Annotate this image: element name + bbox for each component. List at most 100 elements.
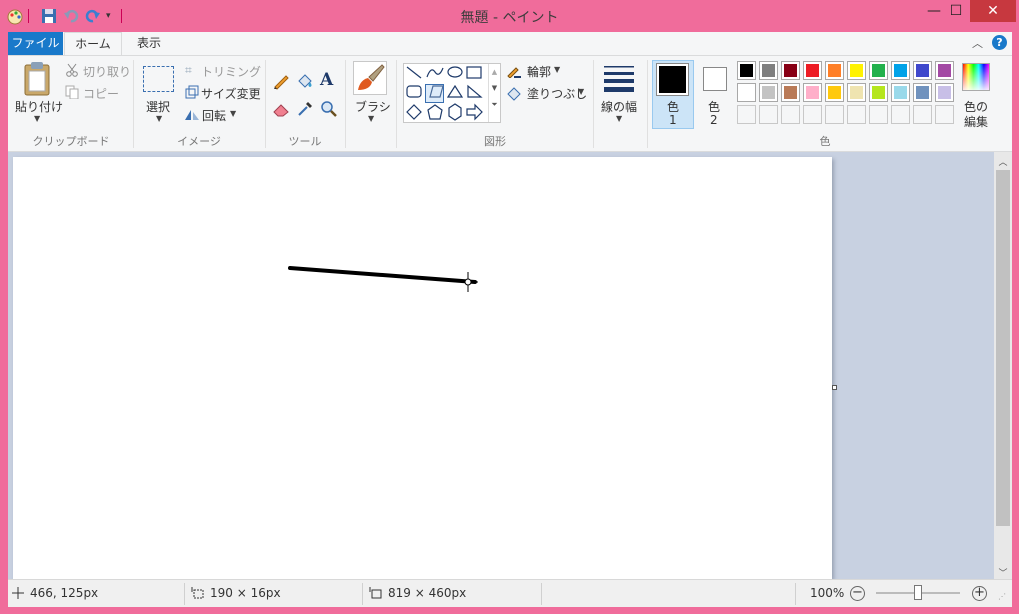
selected-shape-highlight[interactable] <box>425 84 444 103</box>
shapes-gallery-grid <box>405 64 493 122</box>
palette-swatch[interactable] <box>869 61 888 80</box>
color1-swatch-frame <box>656 63 689 96</box>
shapes-group-label: 図形 <box>484 135 506 148</box>
line-width-dropdown-icon[interactable]: ▼ <box>616 114 622 123</box>
palette-swatch[interactable] <box>825 61 844 80</box>
resize-icon[interactable] <box>185 85 199 99</box>
palette-swatch[interactable] <box>781 83 800 102</box>
pencil-icon[interactable] <box>272 72 290 90</box>
select-dropdown-icon[interactable]: ▼ <box>156 114 162 123</box>
scroll-thumb[interactable] <box>996 170 1010 526</box>
resize-grip-icon[interactable]: ⋰ <box>998 592 1008 602</box>
paste-dropdown-icon[interactable]: ▼ <box>34 114 40 123</box>
crop-button[interactable]: トリミング <box>201 63 261 80</box>
zoom-slider-thumb[interactable] <box>914 585 922 600</box>
palette-swatch[interactable] <box>803 61 822 80</box>
window-title: 無題 - ペイント <box>460 10 559 26</box>
brush-icon[interactable] <box>353 61 387 95</box>
outline-dropdown-icon[interactable]: ▼ <box>554 65 560 74</box>
image-size-icon <box>369 587 383 599</box>
scroll-up-icon[interactable]: ︿ <box>996 155 1010 168</box>
rotate-dropdown-icon[interactable]: ▼ <box>230 109 236 118</box>
color2-swatch-frame[interactable] <box>703 67 727 91</box>
color1-swatch <box>659 66 686 93</box>
palette-swatch[interactable] <box>781 61 800 80</box>
palette-swatch[interactable] <box>891 61 910 80</box>
tools-group-label: ツール <box>288 135 322 148</box>
line-width-icon[interactable] <box>602 63 636 93</box>
cut-icon[interactable] <box>65 63 79 77</box>
collapse-ribbon-icon[interactable]: ︿ <box>972 35 986 50</box>
tab-file[interactable]: ファイル <box>8 32 63 55</box>
palette-swatch[interactable] <box>913 83 932 102</box>
palette-swatch[interactable] <box>737 83 756 102</box>
copy-button[interactable]: コピー <box>83 85 119 102</box>
palette-empty-swatch[interactable] <box>891 105 910 124</box>
palette-swatch[interactable] <box>913 61 932 80</box>
tab-view[interactable]: 表示 <box>122 32 176 55</box>
copy-icon[interactable] <box>65 85 79 100</box>
brushes-dropdown-icon[interactable]: ▼ <box>368 114 374 123</box>
palette-empty-swatch[interactable] <box>825 105 844 124</box>
color-picker-icon[interactable] <box>296 100 314 118</box>
palette-empty-swatch[interactable] <box>803 105 822 124</box>
fill-dropdown-icon[interactable]: ▼ <box>578 87 584 96</box>
palette-empty-swatch[interactable] <box>869 105 888 124</box>
crop-icon[interactable]: ⌗ <box>185 63 199 77</box>
close-button[interactable]: ✕ <box>970 0 1016 22</box>
text-tool-icon[interactable]: A <box>320 70 338 90</box>
zoom-out-icon[interactable]: − <box>850 586 865 601</box>
paste-button[interactable]: 貼り付け <box>15 98 63 115</box>
canvas-drawing <box>288 266 477 284</box>
edit-colors-icon[interactable] <box>962 63 990 91</box>
eraser-icon[interactable] <box>272 100 290 118</box>
cursor-position-icon <box>12 587 24 599</box>
palette-swatch[interactable] <box>759 83 778 102</box>
outline-icon[interactable] <box>506 64 522 79</box>
line-width-button[interactable]: 線の幅 <box>601 98 637 115</box>
edit-colors-label-2[interactable]: 編集 <box>964 113 988 130</box>
image-size: 819 × 460px <box>388 586 467 600</box>
palette-swatch[interactable] <box>759 61 778 80</box>
zoom-in-icon[interactable]: + <box>972 586 987 601</box>
palette-empty-swatch[interactable] <box>781 105 800 124</box>
palette-empty-swatch[interactable] <box>737 105 756 124</box>
rotate-icon[interactable] <box>184 107 200 121</box>
palette-swatch[interactable] <box>869 83 888 102</box>
select-button[interactable]: 選択 <box>146 98 170 115</box>
palette-empty-swatch[interactable] <box>913 105 932 124</box>
palette-swatch[interactable] <box>847 83 866 102</box>
brushes-button[interactable]: ブラシ <box>355 98 391 115</box>
crosshair-cursor-icon <box>458 272 478 292</box>
scroll-down-icon[interactable]: ﹀ <box>996 566 1010 579</box>
cut-button[interactable]: 切り取り <box>83 63 131 80</box>
palette-swatch[interactable] <box>891 83 910 102</box>
palette-empty-swatch[interactable] <box>935 105 954 124</box>
help-icon[interactable]: ? <box>992 35 1007 50</box>
fill-icon[interactable] <box>506 85 522 101</box>
rotate-button[interactable]: 回転 <box>202 107 226 124</box>
outline-button[interactable]: 輪郭 <box>527 63 551 80</box>
color2-swatch <box>706 70 724 88</box>
palette-swatch[interactable] <box>825 83 844 102</box>
palette-swatch[interactable] <box>935 61 954 80</box>
select-icon[interactable] <box>143 66 174 92</box>
shapes-scroll[interactable]: ▲ ▼ ⏷ <box>488 64 500 122</box>
fill-bucket-icon[interactable] <box>296 72 314 90</box>
palette-empty-swatch[interactable] <box>847 105 866 124</box>
palette-swatch[interactable] <box>737 61 756 80</box>
palette-empty-swatch[interactable] <box>759 105 778 124</box>
resize-button[interactable]: サイズ変更 <box>201 85 261 102</box>
canvas-resize-handle[interactable] <box>832 385 837 390</box>
magnifier-icon[interactable] <box>320 100 338 118</box>
tab-home[interactable]: ホーム <box>64 32 122 56</box>
maximize-button[interactable]: ☐ <box>940 0 972 22</box>
selection-size-icon <box>191 587 205 599</box>
clipboard-group-label: クリップボード <box>32 135 110 148</box>
palette-swatch[interactable] <box>803 83 822 102</box>
drawing-canvas[interactable] <box>13 157 832 579</box>
palette-swatch[interactable] <box>935 83 954 102</box>
paste-icon[interactable] <box>20 61 54 97</box>
palette-swatch[interactable] <box>847 61 866 80</box>
color1-number: 1 <box>669 113 677 127</box>
